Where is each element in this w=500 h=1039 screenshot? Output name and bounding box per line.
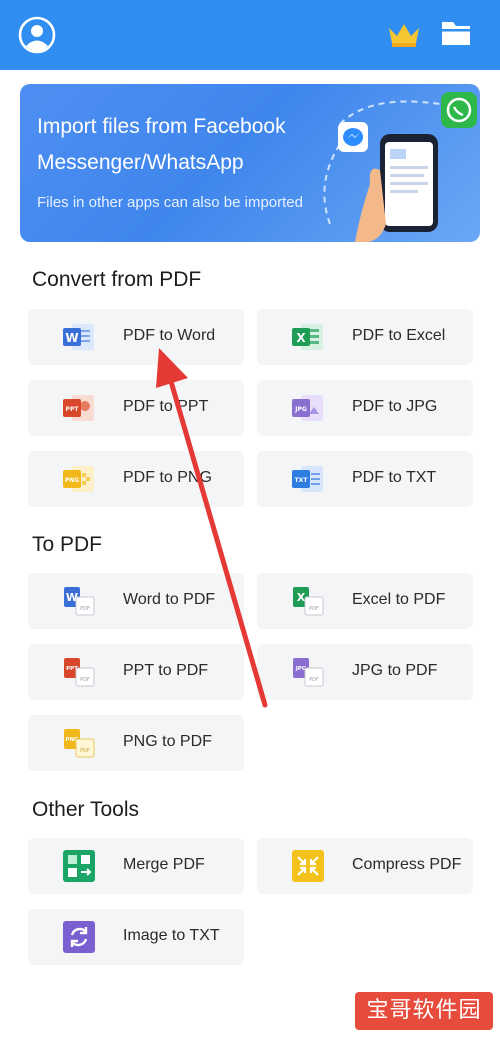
user-avatar-icon[interactable] [18,16,56,54]
folder-icon[interactable] [440,18,472,48]
tool-compress-pdf[interactable]: Compress PDF [257,838,473,894]
tool-label: PPT to PDF [123,662,209,679]
png-file-icon: PNG [63,466,94,492]
section-title-other-tools: Other Tools [32,798,139,821]
word-badge: W [65,331,78,345]
tool-merge-pdf[interactable]: Merge PDF [28,838,244,894]
top-app-bar [0,0,500,70]
tool-pdf-to-ppt[interactable]: PPT PDF to PPT [28,380,244,436]
tool-label: Compress PDF [352,856,462,873]
phone-illustration [323,92,477,242]
pdf-badge: PDF [80,606,90,612]
excel-badge: X [297,591,306,604]
txt-badge: TXT [295,477,309,484]
jpg-badge: JPG [294,406,307,413]
tool-label: Image to TXT [123,927,220,944]
tool-image-to-txt[interactable]: Image to TXT [28,909,244,965]
banner-title-line1: Import files from Facebook [37,115,286,138]
banner-title-line2: Messenger/WhatsApp [37,151,244,174]
banner-subtitle: Files in other apps can also be imported [37,194,303,211]
ppt-to-pdf-icon: PPT PDF [64,658,95,687]
word-to-pdf-icon: W PDF [64,587,95,616]
png-to-pdf-icon: PNG PDF [64,729,95,758]
tool-ppt-to-pdf[interactable]: PPT PDF PPT to PDF [28,644,244,700]
tool-label: JPG to PDF [352,662,438,679]
tool-png-to-pdf[interactable]: PNG PDF PNG to PDF [28,715,244,771]
ppt-file-icon: PPT [63,395,94,421]
tool-label: PDF to TXT [352,469,437,486]
pdf-badge: PDF [80,677,90,683]
pdf-badge: PDF [80,748,90,754]
tool-pdf-to-excel[interactable]: X PDF to Excel [257,309,473,365]
refresh-icon [63,921,95,953]
tool-label: PDF to Excel [352,327,446,344]
excel-to-pdf-icon: X PDF [293,587,324,616]
section-title-convert-from-pdf: Convert from PDF [32,268,202,291]
tool-excel-to-pdf[interactable]: X PDF Excel to PDF [257,573,473,629]
tool-label: PDF to PNG [123,469,212,486]
jpg-to-pdf-icon: JPG PDF [293,658,324,687]
ppt-badge: PPT [66,406,80,413]
section-title-to-pdf: To PDF [32,533,103,556]
tool-label: PDF to JPG [352,398,438,415]
word-file-icon: W [63,324,94,350]
excel-file-icon: X [292,324,323,350]
tool-pdf-to-txt[interactable]: TXT PDF to TXT [257,451,473,507]
excel-badge: X [296,331,306,345]
import-banner[interactable]: Import files from Facebook Messenger/Wha… [20,84,480,242]
tool-label: PDF to Word [123,327,216,344]
tool-label: PDF to PPT [123,398,209,415]
jpg-file-icon: JPG [292,395,323,421]
tool-pdf-to-png[interactable]: PNG PDF to PNG [28,451,244,507]
tool-label: Word to PDF [123,591,216,608]
tool-label: Merge PDF [123,856,205,873]
tool-word-to-pdf[interactable]: W PDF Word to PDF [28,573,244,629]
tool-label: Excel to PDF [352,591,446,608]
merge-icon [63,850,95,882]
pdf-badge: PDF [309,677,319,683]
watermark-badge: 宝哥软件园 [355,992,493,1030]
txt-file-icon: TXT [292,466,323,492]
pdf-badge: PDF [309,606,319,612]
png-badge: PNG [65,477,79,484]
tool-pdf-to-jpg[interactable]: JPG PDF to JPG [257,380,473,436]
tool-pdf-to-word[interactable]: W PDF to Word [28,309,244,365]
tool-label: PNG to PDF [123,733,212,750]
compress-icon [292,850,324,882]
crown-icon[interactable] [387,20,421,48]
tool-jpg-to-pdf[interactable]: JPG PDF JPG to PDF [257,644,473,700]
